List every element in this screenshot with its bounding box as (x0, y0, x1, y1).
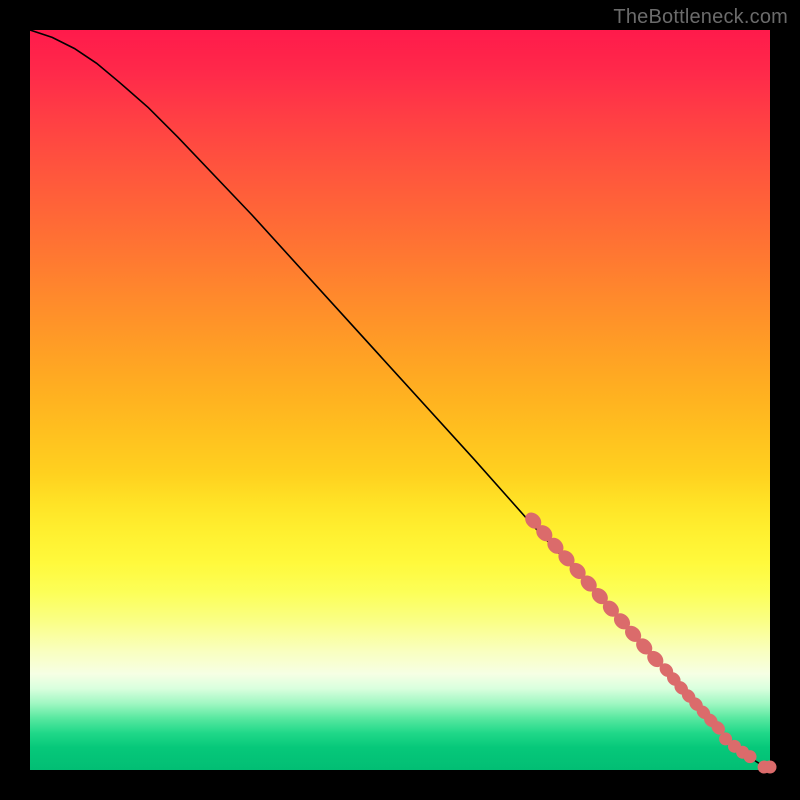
data-point (744, 750, 757, 763)
data-point (764, 761, 777, 774)
watermark-text: TheBottleneck.com (613, 6, 788, 29)
chart-frame: TheBottleneck.com (0, 0, 800, 800)
chart-overlay (30, 30, 770, 770)
scatter-points (522, 509, 777, 773)
plot-area (30, 30, 770, 770)
